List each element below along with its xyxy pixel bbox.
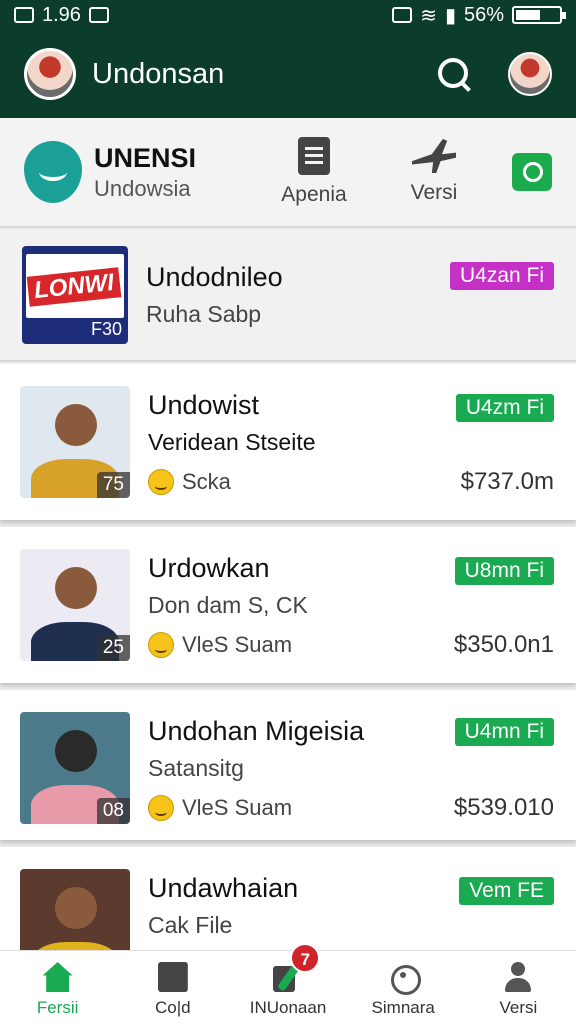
bottom-nav-item-simnara[interactable]: Simnara: [346, 951, 461, 1024]
channel-name: UNENSI: [94, 142, 197, 173]
plane-icon: [412, 139, 456, 173]
item-meta: Scka $737.0m: [148, 468, 554, 496]
item-meta-label: Scka: [182, 469, 231, 494]
chart-icon: [157, 962, 188, 992]
app-actions: [434, 52, 552, 96]
item-meta: VleS Suam $350.0n1: [148, 631, 554, 659]
bottom-nav-label: Fersii: [36, 998, 79, 1017]
thumbnail-count: 08: [96, 798, 130, 824]
bottom-nav-item-versi[interactable]: Versi: [461, 951, 576, 1024]
bottom-nav: Fersii Co|d 7 INUonaan Simnara Versi: [0, 943, 576, 1024]
app-bar: Undonsan: [0, 30, 576, 118]
item-tag[interactable]: U4zm Fi: [455, 394, 554, 422]
profile-avatar[interactable]: [508, 52, 552, 96]
item-meta: VleS Suam $539.010: [148, 794, 554, 822]
item-tag[interactable]: U8mn Fi: [454, 557, 554, 585]
battery-fill: [516, 10, 540, 20]
bottom-nav-label: INUonaan: [249, 998, 327, 1017]
vibrate-icon: [392, 7, 413, 23]
item-tag[interactable]: U4mn Fi: [454, 718, 554, 746]
thumbnail-head: [55, 403, 97, 447]
smiley-icon: [148, 632, 174, 658]
item-tag[interactable]: Vem FE: [459, 877, 554, 905]
bottom-nav-label: Versi: [499, 998, 538, 1017]
status-bar: 1.96 ≋ ▮ 56%: [0, 0, 576, 30]
gallery-icon: [14, 7, 34, 23]
bottom-nav-item-home[interactable]: Fersii: [0, 951, 115, 1024]
item-thumbnail: 08: [20, 712, 130, 824]
list-item[interactable]: 25 Urdowkan Don dam S, CK VleS Suam $350…: [0, 527, 576, 683]
channel-text: UNENSI Undowsia: [94, 143, 244, 202]
channel-subtitle: Undowsia: [94, 175, 191, 201]
item-price: $539.010: [453, 794, 554, 821]
thumbnail-head: [55, 566, 97, 610]
item-meta-label: VleS Suam: [182, 795, 293, 820]
item-subtitle: Veridean Stseite: [148, 429, 316, 455]
thumbnail-count: 25: [96, 635, 130, 661]
thumbnail-count: 75: [96, 472, 130, 498]
list-item[interactable]: 08 Undohan Migeisia Satansitg VleS Suam …: [0, 690, 576, 840]
channel-nav-label: Versi: [410, 181, 458, 204]
signal-icon: ▮: [444, 4, 456, 27]
item-subtitle: Satansitg: [148, 755, 244, 781]
item-subtitle: Cak File: [148, 912, 233, 938]
app-title: Undonsan: [92, 57, 225, 90]
thumbnail-head: [55, 886, 97, 930]
search-icon[interactable]: [434, 54, 474, 94]
featured-thumbnail: LONWI F30: [22, 246, 128, 344]
bottom-nav-item-inuonaan[interactable]: 7 INUonaan: [230, 943, 345, 1024]
thumbnail-body: [31, 941, 119, 950]
item-thumbnail: [20, 869, 130, 950]
bottom-nav-item-cold[interactable]: Co|d: [115, 951, 230, 1024]
list-item[interactable]: 75 Undowist Veridean Stseite Scka $737.0…: [0, 364, 576, 520]
featured-item[interactable]: LONWI F30 Undodnileo Ruha Sabp U4zan Fi: [0, 230, 576, 362]
battery-icon: [512, 6, 566, 24]
channel-nav-versi[interactable]: Versi: [384, 139, 484, 205]
featured-tag[interactable]: U4zan Fi: [449, 262, 554, 290]
smiley-icon: [148, 795, 174, 821]
thumbnail-code: F30: [90, 319, 122, 339]
chat-icon[interactable]: [512, 153, 552, 191]
status-right: ≋ ▮ 56%: [392, 3, 566, 28]
channel-row: UNENSI Undowsia Apenia Versi: [0, 118, 576, 228]
item-meta-label: VleS Suam: [182, 632, 293, 657]
battery-percent: 56%: [463, 3, 504, 26]
document-icon: [298, 137, 330, 175]
item-thumbnail: 25: [20, 549, 130, 661]
item-thumbnail: 75: [20, 386, 130, 498]
person-icon: [503, 962, 533, 992]
wifi-icon: ≋: [420, 4, 437, 27]
item-price: $350.0n1: [453, 631, 554, 658]
channel-logo-icon[interactable]: [24, 141, 82, 203]
item-price: $737.0m: [460, 468, 554, 495]
list-item[interactable]: Undawhaian Cak File Vem FE: [0, 847, 576, 950]
bottom-nav-label: Co|d: [155, 998, 191, 1017]
channel-nav-apenia[interactable]: Apenia: [264, 137, 364, 207]
featured-subtitle: Ruha Sabp: [146, 301, 262, 327]
home-icon: [42, 962, 73, 992]
stats-icon: [388, 962, 422, 995]
bottom-nav-label: Simnara: [371, 998, 435, 1017]
status-time: 1.96: [42, 3, 81, 26]
status-left: 1.96: [14, 4, 109, 27]
notification-badge: 7: [290, 943, 321, 973]
channel-nav-label: Apenia: [281, 183, 347, 206]
item-subtitle: Don dam S, CK: [148, 592, 308, 618]
avatar[interactable]: [24, 48, 76, 100]
briefcase-icon: [88, 7, 109, 23]
smiley-icon: [148, 469, 174, 495]
thumbnail-head: [55, 729, 97, 773]
